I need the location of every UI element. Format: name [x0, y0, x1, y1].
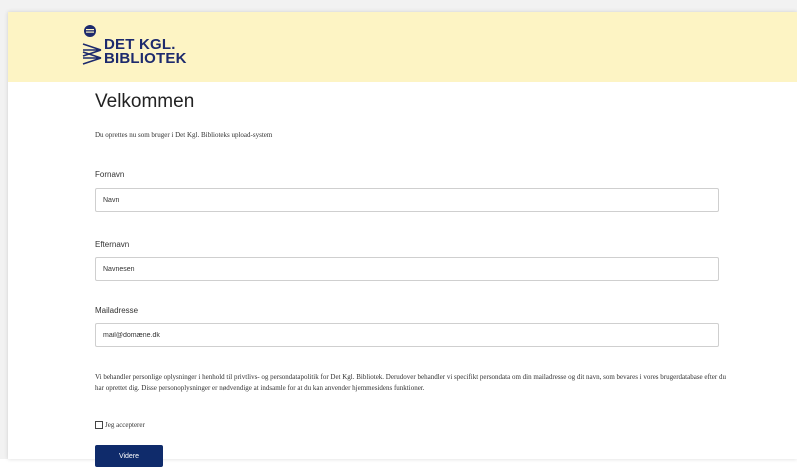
- crown-emblem-icon: [82, 25, 102, 65]
- library-logo[interactable]: DET KGL. BIBLIOTEK: [82, 24, 192, 76]
- accept-label: Jeg accepterer: [105, 421, 145, 429]
- page-subtitle: Du oprettes nu som bruger i Det Kgl. Bib…: [95, 131, 273, 139]
- logo-wordmark: DET KGL. BIBLIOTEK: [104, 37, 187, 67]
- continue-button[interactable]: Videre: [95, 445, 163, 467]
- first-name-label: Fornavn: [95, 170, 125, 179]
- site-header: DET KGL. BIBLIOTEK: [8, 12, 797, 82]
- privacy-policy-text: Vi behandler personlige oplysninger i he…: [95, 373, 726, 392]
- first-name-field[interactable]: [95, 188, 719, 212]
- accept-terms[interactable]: Jeg accepterer: [95, 421, 145, 429]
- accept-checkbox[interactable]: [95, 421, 103, 429]
- email-label: Mailadresse: [95, 306, 139, 315]
- logo-line-2: BIBLIOTEK: [104, 50, 187, 67]
- last-name-field[interactable]: [95, 257, 719, 281]
- page-title: Velkommen: [95, 91, 195, 112]
- last-name-label: Efternavn: [95, 240, 130, 249]
- email-field[interactable]: [95, 323, 719, 347]
- page: DET KGL. BIBLIOTEK Velkommen Du oprettes…: [8, 12, 797, 467]
